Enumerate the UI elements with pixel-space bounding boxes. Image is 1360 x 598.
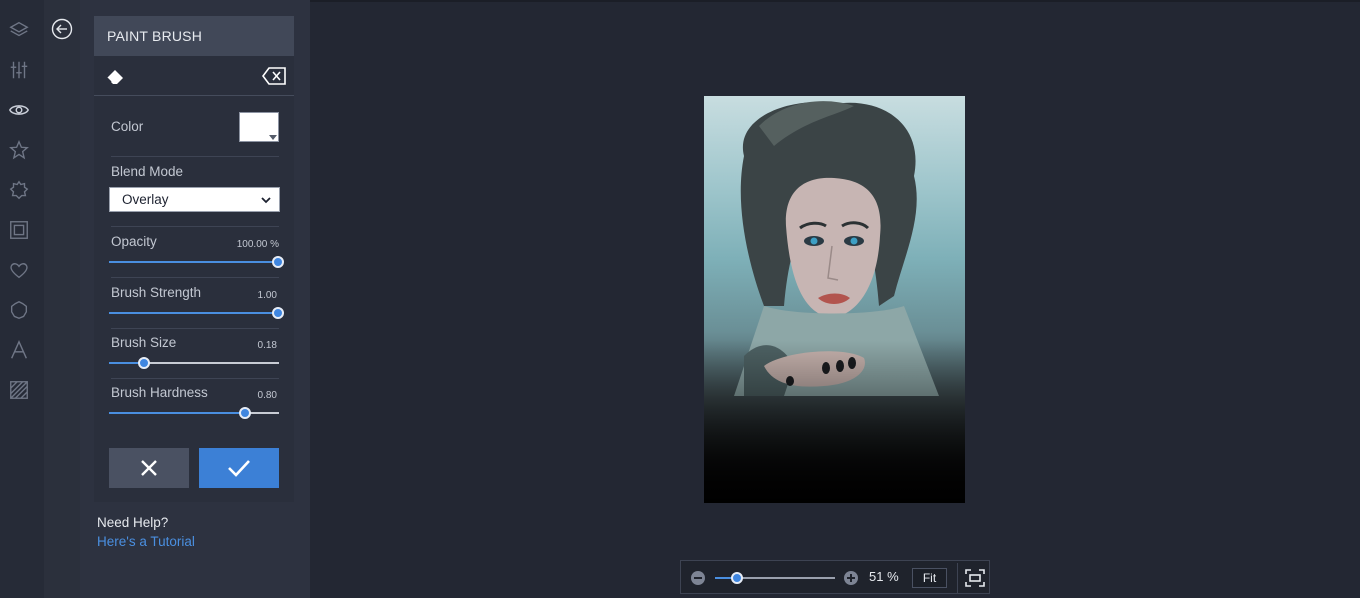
back-column	[44, 0, 80, 598]
cancel-button[interactable]	[109, 448, 189, 488]
check-icon	[228, 460, 250, 477]
divider	[111, 226, 279, 227]
divider	[111, 277, 279, 278]
heart-icon[interactable]	[7, 258, 31, 282]
color-label: Color	[111, 119, 144, 134]
divider	[111, 156, 279, 157]
brush-hardness-value: 0.80	[257, 390, 277, 401]
brush-strength-slider[interactable]	[109, 307, 284, 319]
brush-strength-label: Brush Strength	[111, 285, 202, 300]
text-icon[interactable]	[7, 338, 31, 362]
brush-hardness-slider[interactable]	[109, 407, 279, 419]
tool-rail	[0, 0, 44, 598]
badge-icon[interactable]	[7, 178, 31, 202]
eraser-icon[interactable]	[104, 65, 126, 87]
slider-handle[interactable]	[272, 307, 284, 319]
eye-icon[interactable]	[7, 98, 31, 122]
brush-strength-value: 1.00	[257, 290, 277, 301]
canvas-image[interactable]	[704, 96, 965, 503]
brush-size-slider[interactable]	[109, 357, 279, 369]
slider-handle[interactable]	[272, 256, 284, 268]
sliders-icon[interactable]	[7, 58, 31, 82]
portrait-image	[704, 96, 965, 503]
apply-button[interactable]	[199, 448, 279, 488]
zoom-bar: 51 % Fit	[680, 560, 990, 594]
blend-mode-value: Overlay	[122, 192, 169, 207]
shape-icon[interactable]	[7, 298, 31, 322]
slider-handle[interactable]	[138, 357, 151, 369]
divider	[111, 328, 279, 329]
brush-hardness-label: Brush Hardness	[111, 385, 208, 400]
divider	[111, 378, 279, 379]
color-swatch[interactable]	[239, 112, 279, 142]
layers-icon[interactable]	[7, 18, 31, 42]
slider-handle[interactable]	[239, 407, 252, 419]
panel-title: PAINT BRUSH	[94, 16, 294, 56]
frame-icon[interactable]	[7, 218, 31, 242]
brush-size-label: Brush Size	[111, 335, 177, 350]
brush-tool-row	[94, 56, 294, 96]
back-button[interactable]	[51, 18, 73, 40]
opacity-label: Opacity	[111, 234, 157, 249]
opacity-slider[interactable]	[109, 256, 284, 268]
fullscreen-button[interactable]	[957, 563, 991, 593]
texture-icon[interactable]	[7, 378, 31, 402]
help-title: Need Help?	[97, 515, 169, 530]
zoom-slider[interactable]	[715, 572, 835, 584]
zoom-out-icon[interactable]	[691, 571, 705, 585]
fit-button[interactable]: Fit	[912, 568, 947, 588]
brush-size-value: 0.18	[257, 340, 277, 351]
fullscreen-icon	[964, 569, 985, 587]
blend-mode-select[interactable]: Overlay	[109, 187, 280, 212]
zoom-in-icon[interactable]	[844, 571, 858, 585]
chevron-down-icon	[269, 135, 277, 140]
opacity-value: 100.00 %	[236, 239, 279, 250]
blend-mode-label: Blend Mode	[111, 164, 184, 179]
star-icon[interactable]	[7, 138, 31, 162]
arrow-left-circle-icon	[51, 18, 73, 40]
slider-handle[interactable]	[731, 572, 744, 584]
chevron-down-icon	[261, 197, 271, 204]
zoom-value: 51 %	[869, 569, 899, 584]
clear-icon[interactable]	[261, 65, 287, 87]
paint-brush-panel: PAINT BRUSH Color Blend Mode Overlay Opa…	[94, 16, 294, 502]
tutorial-link[interactable]: Here's a Tutorial	[97, 534, 195, 549]
close-icon	[141, 460, 157, 476]
